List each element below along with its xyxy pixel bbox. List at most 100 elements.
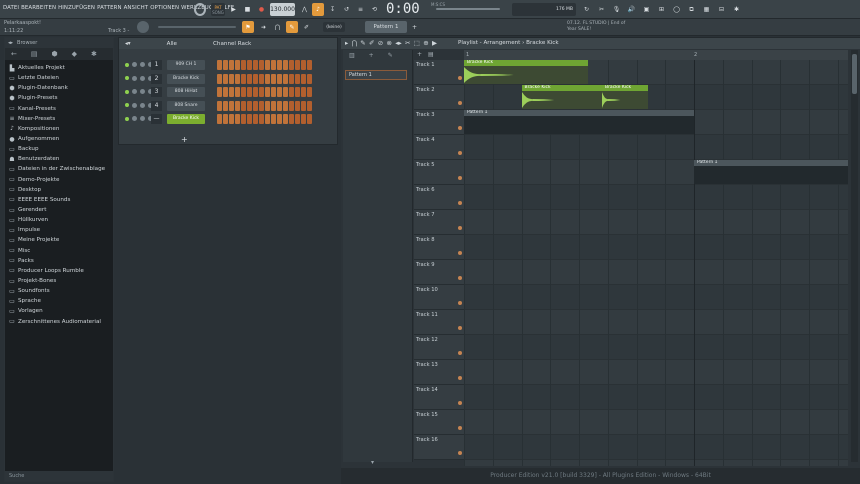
draw-tool-icon[interactable]: ✎ bbox=[360, 39, 365, 47]
channel-row[interactable]: 2 Bracke Kick bbox=[123, 73, 335, 85]
mixer-icon[interactable]: ⊞ bbox=[656, 3, 667, 16]
pattern-clip[interactable]: Pattern 1 bbox=[464, 110, 694, 134]
step-button[interactable] bbox=[217, 114, 222, 124]
pat-song-toggle[interactable]: PAT SONG bbox=[211, 3, 225, 16]
tempo-display[interactable]: 130.000 bbox=[270, 3, 295, 16]
step-button[interactable] bbox=[307, 60, 312, 70]
step-button[interactable] bbox=[283, 114, 288, 124]
track-header[interactable]: Track 7 bbox=[414, 210, 464, 235]
step-button[interactable] bbox=[229, 87, 234, 97]
track-mute-led[interactable] bbox=[458, 176, 462, 180]
channel-led[interactable] bbox=[125, 116, 129, 121]
time-display[interactable]: 0:00 bbox=[386, 1, 420, 17]
step-button[interactable] bbox=[283, 100, 288, 111]
track-header[interactable]: Track 14 bbox=[414, 385, 464, 410]
step-button[interactable] bbox=[217, 87, 222, 97]
step-button[interactable] bbox=[265, 73, 270, 84]
step-button[interactable] bbox=[301, 114, 306, 124]
step-button[interactable] bbox=[217, 100, 222, 111]
track-header[interactable]: Track 13 bbox=[414, 360, 464, 385]
browser-item[interactable]: ⬢ Plugin-Datenbank bbox=[5, 83, 113, 93]
delete-tool-icon[interactable]: ⊘ bbox=[378, 39, 383, 47]
step-button[interactable] bbox=[307, 100, 312, 111]
step-button[interactable] bbox=[223, 100, 228, 111]
channel-knob[interactable] bbox=[140, 62, 145, 67]
step-button[interactable] bbox=[277, 73, 282, 84]
browser-item[interactable]: ▭ EEEE EEEE Sounds bbox=[5, 195, 113, 205]
menu-hinzufügen[interactable]: HINZUFÜGEN bbox=[58, 5, 95, 11]
master-pitch-knob[interactable] bbox=[137, 21, 149, 33]
picker-pattern-icon[interactable]: ▥ bbox=[349, 52, 355, 59]
browser-item[interactable]: ▭ Desktop bbox=[5, 185, 113, 195]
brush-icon[interactable]: ✐ bbox=[301, 21, 312, 33]
rack-menu-icon[interactable]: ◂▾ bbox=[125, 41, 131, 47]
track-mute-led[interactable] bbox=[458, 451, 462, 455]
add-track-icon[interactable]: + bbox=[417, 51, 422, 58]
browser-item[interactable]: ▭ Kanal-Presets bbox=[5, 104, 113, 114]
cut-icon[interactable]: ✂ bbox=[596, 3, 607, 16]
channel-mixer-track[interactable]: 1 bbox=[151, 60, 162, 70]
track-header[interactable]: Track 6 bbox=[414, 185, 464, 210]
audio-clip[interactable]: Bracke Kick bbox=[464, 60, 589, 84]
step-button[interactable] bbox=[247, 114, 252, 124]
step-button[interactable] bbox=[289, 100, 294, 111]
step-button[interactable] bbox=[241, 100, 246, 111]
browser-item[interactable]: ▭ Zerschnittenes Audiomaterial bbox=[5, 317, 113, 327]
channel-knob[interactable] bbox=[140, 75, 145, 81]
browser-search-input[interactable]: Suche bbox=[5, 471, 113, 481]
snap-selector[interactable]: (keine) bbox=[323, 22, 345, 32]
step-button[interactable] bbox=[223, 73, 228, 84]
paint-tool-icon[interactable]: ✐ bbox=[369, 39, 374, 47]
channel-name-button[interactable]: Bracke Kick bbox=[167, 73, 205, 84]
browser-item[interactable]: ▭ Hüllkurven bbox=[5, 215, 113, 225]
magnet-icon[interactable]: ⋂ bbox=[272, 21, 283, 33]
step-button[interactable] bbox=[277, 114, 282, 124]
browser-tag-icon[interactable]: ◆ bbox=[72, 50, 77, 58]
channel-name-button[interactable]: 808 Snare bbox=[167, 100, 205, 111]
timeline-ruler[interactable]: 1 2 bbox=[464, 50, 848, 60]
playback-tool-icon[interactable]: ▶ bbox=[432, 39, 437, 47]
news-ticker[interactable]: 07.12. FL STUDIO | End of Year SALE! bbox=[567, 21, 635, 32]
step-button[interactable] bbox=[301, 100, 306, 111]
track-mute-led[interactable] bbox=[458, 326, 462, 330]
refresh-icon[interactable]: ↻ bbox=[581, 3, 592, 16]
step-button[interactable] bbox=[253, 73, 258, 84]
loop-record-icon[interactable]: ⟲ bbox=[369, 3, 380, 16]
zoom-tool-icon[interactable]: ⊕ bbox=[423, 39, 428, 47]
browser-item[interactable]: ▙ Aktuelles Projekt bbox=[5, 63, 113, 73]
step-button[interactable] bbox=[229, 60, 234, 70]
channel-led[interactable] bbox=[125, 103, 129, 107]
step-button[interactable] bbox=[259, 73, 264, 84]
mute-tool-icon[interactable]: ⊗ bbox=[386, 39, 391, 47]
piano-roll-icon[interactable]: ▦ bbox=[701, 3, 712, 16]
select-tool-icon[interactable]: ⬚ bbox=[414, 39, 420, 47]
playlist-menu-icon[interactable]: ▸ bbox=[345, 39, 348, 47]
step-button[interactable] bbox=[259, 87, 264, 97]
blend-notes-icon[interactable]: ≡ bbox=[355, 3, 366, 16]
pattern-clip[interactable]: Pattern 1 bbox=[694, 160, 848, 184]
browser-star-icon[interactable]: ✱ bbox=[91, 50, 97, 58]
arrow-right-icon[interactable]: ➜ bbox=[258, 21, 269, 33]
pattern-list-item[interactable]: Pattern 1 bbox=[345, 70, 407, 80]
track-mute-led[interactable] bbox=[458, 401, 462, 405]
step-button[interactable] bbox=[241, 114, 246, 124]
track-header[interactable]: Track 10 bbox=[414, 285, 464, 310]
record-button[interactable]: ● bbox=[256, 3, 267, 16]
step-button[interactable] bbox=[223, 114, 228, 124]
browser-item[interactable]: ● Aufgenommen bbox=[5, 134, 113, 144]
step-button[interactable] bbox=[283, 73, 288, 84]
track-header[interactable]: Track 1 bbox=[414, 60, 464, 85]
master-volume-slider[interactable] bbox=[436, 8, 500, 10]
typing-keyboard-icon[interactable]: ⋀ bbox=[299, 3, 310, 16]
channel-row[interactable]: 4 808 Snare bbox=[123, 100, 335, 112]
scrollbar-thumb[interactable] bbox=[852, 54, 857, 94]
step-button[interactable] bbox=[307, 87, 312, 97]
step-button[interactable] bbox=[217, 73, 222, 84]
speaker-icon[interactable]: 🔊 bbox=[626, 3, 637, 16]
track-mute-led[interactable] bbox=[458, 151, 462, 155]
track-mute-led[interactable] bbox=[458, 376, 462, 380]
track-header[interactable]: Track 8 bbox=[414, 235, 464, 260]
help-icon[interactable]: ✱ bbox=[731, 3, 742, 16]
step-button[interactable] bbox=[295, 87, 300, 97]
track-mute-led[interactable] bbox=[458, 201, 462, 205]
